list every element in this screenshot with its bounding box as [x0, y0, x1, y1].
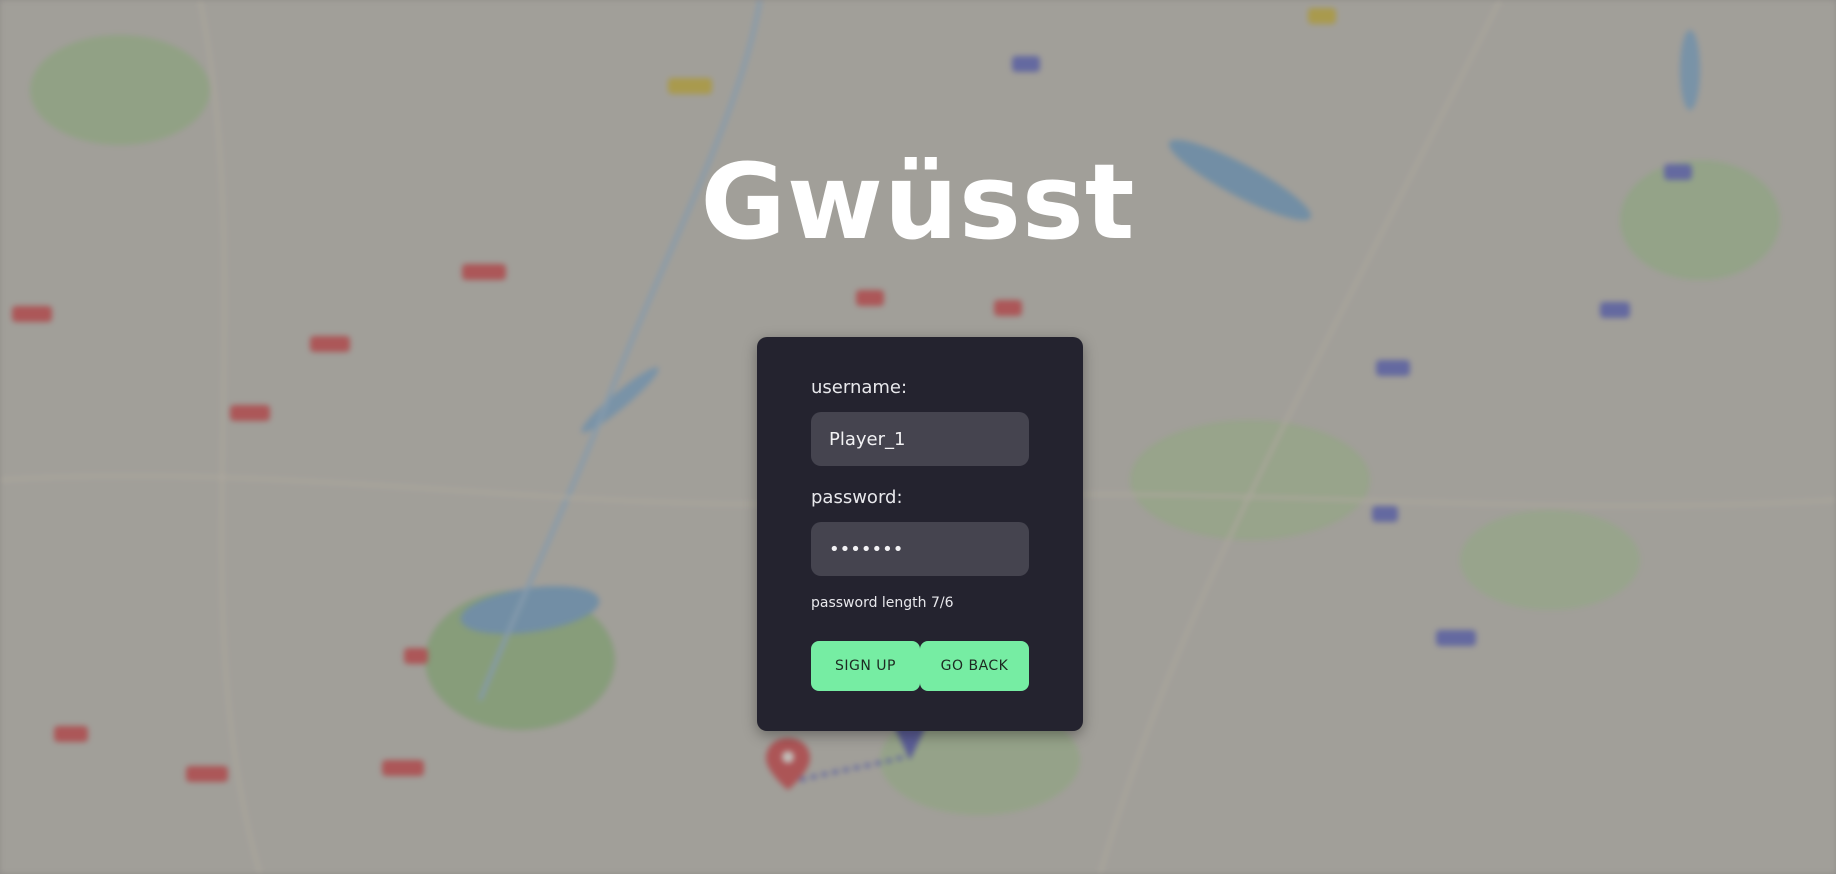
go-back-button[interactable]: GO BACK: [920, 641, 1029, 691]
password-length-hint: password length 7/6: [811, 595, 954, 611]
sign-up-button[interactable]: SIGN UP: [811, 641, 920, 691]
username-label: username:: [811, 377, 908, 398]
password-input[interactable]: [811, 522, 1029, 576]
signup-card: username: password: password length 7/6 …: [757, 337, 1083, 731]
username-input[interactable]: [811, 412, 1029, 466]
app-title: Gwüsst: [700, 141, 1136, 263]
password-label: password:: [811, 487, 903, 508]
